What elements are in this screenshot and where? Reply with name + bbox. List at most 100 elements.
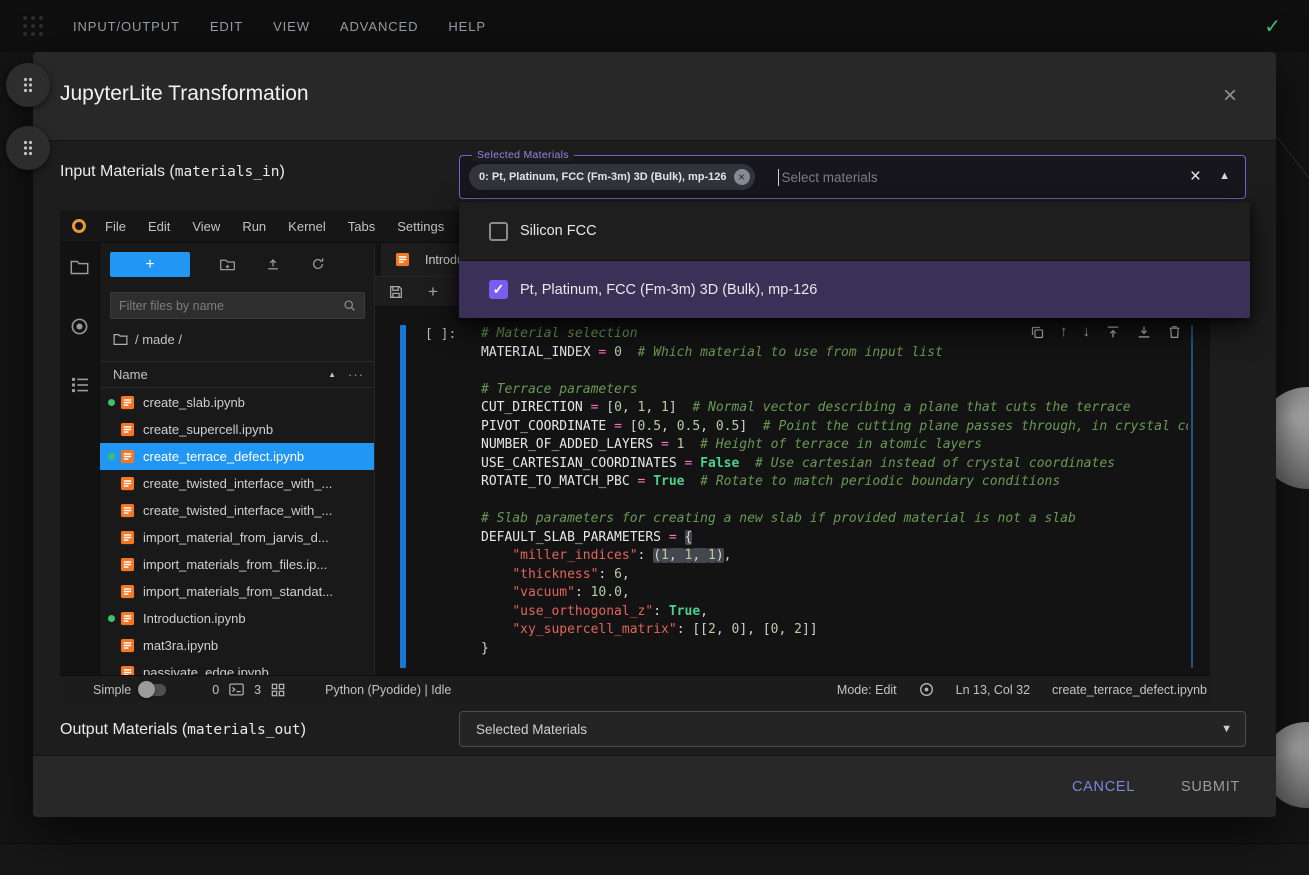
selected-materials-combobox[interactable]: Selected Materials 0: Pt, Platinum, FCC … [459, 155, 1246, 199]
file-browser: + Filter files by name / made / [100, 243, 375, 675]
output-materials-variable: materials_out [187, 722, 301, 738]
notification-icon[interactable] [919, 682, 934, 697]
check-icon[interactable]: ✓ [1264, 14, 1281, 39]
close-icon[interactable]: × [1223, 82, 1237, 110]
chip-delete-icon[interactable]: × [734, 169, 750, 185]
terminal-icon[interactable] [229, 683, 244, 696]
code-editor[interactable]: # Material selectionMATERIAL_INDEX = 0 #… [481, 325, 1188, 671]
file-item[interactable]: create_terrace_defect.ipynb [100, 443, 374, 470]
checkbox-icon[interactable] [489, 222, 508, 241]
menu-item-help[interactable]: HELP [448, 19, 486, 34]
code-line: CUT_DIRECTION = [0, 1, 1] # Normal vecto… [481, 399, 1188, 418]
file-item[interactable]: import_materials_from_files.ip... [100, 551, 374, 578]
terminals-count[interactable]: 0 [212, 683, 219, 697]
new-folder-icon[interactable] [219, 256, 236, 273]
running-indicator [105, 399, 118, 406]
breadcrumb[interactable]: / made / [113, 329, 182, 349]
kernels-count[interactable]: 3 [254, 683, 261, 697]
top-menu: INPUT/OUTPUT EDIT VIEW ADVANCED HELP [73, 19, 486, 34]
duplicate-cell-icon[interactable] [1030, 325, 1045, 340]
floating-handle-button[interactable] [6, 63, 50, 107]
refresh-icon[interactable] [310, 256, 326, 272]
jupyter-statusbar: Simple 0 3 Python (Pyodide) | Idle Mode:… [60, 675, 1210, 703]
jupyter-menu-view[interactable]: View [181, 219, 231, 234]
code-line: NUMBER_OF_ADDED_LAYERS = 1 # Height of t… [481, 436, 1188, 455]
collapse-dropdown-icon[interactable]: ▲ [1219, 170, 1230, 182]
menu-item-advanced[interactable]: ADVANCED [340, 19, 418, 34]
input-materials-label: Input Materials (materials_in) [60, 163, 285, 181]
file-name: import_material_from_jarvis_d... [143, 530, 335, 545]
active-file-name: create_terrace_defect.ipynb [1052, 683, 1207, 697]
clear-selection-icon[interactable]: × [1190, 166, 1201, 188]
running-kernels-icon[interactable] [70, 317, 89, 336]
material-option-label: Silicon FCC [520, 223, 597, 239]
kernel-grid-icon[interactable] [271, 683, 285, 697]
jupyter-menu-tabs[interactable]: Tabs [337, 219, 386, 234]
insert-cell-below-icon[interactable] [1136, 324, 1152, 340]
filter-files-input[interactable]: Filter files by name [110, 292, 365, 319]
file-item[interactable]: create_twisted_interface_with_... [100, 497, 374, 524]
delete-cell-icon[interactable] [1167, 324, 1182, 340]
file-item[interactable]: mat3ra.ipynb [100, 632, 374, 659]
editor-scroll-indicator[interactable] [1191, 325, 1193, 668]
combobox-placeholder[interactable]: Select materials [782, 170, 878, 185]
background-panel [0, 844, 1309, 875]
file-item[interactable]: create_slab.ipynb [100, 389, 374, 416]
table-of-contents-icon[interactable] [71, 377, 89, 393]
output-materials-select[interactable]: Selected Materials ▼ [459, 711, 1246, 747]
move-cell-down-icon[interactable]: ↓ [1083, 324, 1091, 340]
file-item[interactable]: passivate_edge.ipynb [100, 659, 374, 675]
file-item[interactable]: import_material_from_jarvis_d... [100, 524, 374, 551]
code-line: ROTATE_TO_MATCH_PBC = True # Rotate to m… [481, 473, 1188, 492]
save-icon[interactable] [388, 284, 404, 300]
menu-item-input-output[interactable]: INPUT/OUTPUT [73, 19, 180, 34]
file-item[interactable]: create_supercell.ipynb [100, 416, 374, 443]
insert-cell-above-icon[interactable] [1105, 324, 1121, 340]
active-cell-indicator [400, 325, 406, 668]
jupyter-menu-edit[interactable]: Edit [137, 219, 181, 234]
insert-cell-icon[interactable]: + [428, 282, 438, 302]
activity-sidebar [60, 243, 100, 675]
jupyter-menu-file[interactable]: File [94, 219, 137, 234]
jupyter-menu-kernel[interactable]: Kernel [277, 219, 337, 234]
breadcrumb-path: / made / [135, 332, 182, 347]
running-indicator [105, 615, 118, 622]
floating-handle-button[interactable] [6, 126, 50, 170]
notebook-file-icon [120, 422, 136, 438]
simple-mode-toggle[interactable] [141, 684, 166, 696]
cancel-button[interactable]: CANCEL [1072, 779, 1135, 795]
materials-dropdown: Silicon FCC ✓Pt, Platinum, FCC (Fm-3m) 3D… [459, 202, 1250, 318]
code-line: "vacuum": 10.0, [481, 584, 1188, 603]
code-line: DEFAULT_SLAB_PARAMETERS = { [481, 529, 1188, 548]
jupyter-menu-run[interactable]: Run [231, 219, 277, 234]
file-list-header[interactable]: Name ▲ ··· [100, 361, 374, 388]
sort-ascending-icon[interactable]: ▲ [328, 370, 336, 379]
file-item[interactable]: import_materials_from_standat... [100, 578, 374, 605]
code-line: } [481, 640, 1188, 659]
notebook-file-icon [120, 584, 136, 600]
checkbox-checked-icon[interactable]: ✓ [489, 280, 508, 299]
upload-icon[interactable] [265, 256, 281, 272]
material-option[interactable]: ✓Pt, Platinum, FCC (Fm-3m) 3D (Bulk), mp… [459, 260, 1250, 318]
material-chip[interactable]: 0: Pt, Platinum, FCC (Fm-3m) 3D (Bulk), … [469, 164, 755, 190]
new-launcher-button[interactable]: + [110, 252, 190, 277]
material-option[interactable]: Silicon FCC [459, 202, 1250, 260]
cursor-position[interactable]: Ln 13, Col 32 [956, 683, 1030, 697]
jupyter-menu-settings[interactable]: Settings [386, 219, 455, 234]
code-cell[interactable]: [ ]: # Material selectionMATERIAL_INDEX … [375, 307, 1210, 675]
menu-item-view[interactable]: VIEW [273, 19, 310, 34]
move-cell-up-icon[interactable]: ↑ [1060, 324, 1068, 340]
name-column-header[interactable]: Name [113, 367, 148, 382]
file-item[interactable]: Introduction.ipynb [100, 605, 374, 632]
text-cursor [778, 169, 779, 186]
file-browser-icon[interactable] [70, 259, 89, 276]
notebook-file-icon [120, 557, 136, 573]
kernel-status[interactable]: Python (Pyodide) | Idle [325, 683, 451, 697]
code-line: "use_orthogonal_z": True, [481, 603, 1188, 622]
more-icon[interactable]: ··· [348, 367, 364, 382]
file-item[interactable]: create_twisted_interface_with_... [100, 470, 374, 497]
output-select-value: Selected Materials [476, 722, 587, 737]
submit-button[interactable]: SUBMIT [1181, 779, 1240, 795]
menu-item-edit[interactable]: EDIT [210, 19, 243, 34]
drag-dots-icon [23, 140, 33, 156]
